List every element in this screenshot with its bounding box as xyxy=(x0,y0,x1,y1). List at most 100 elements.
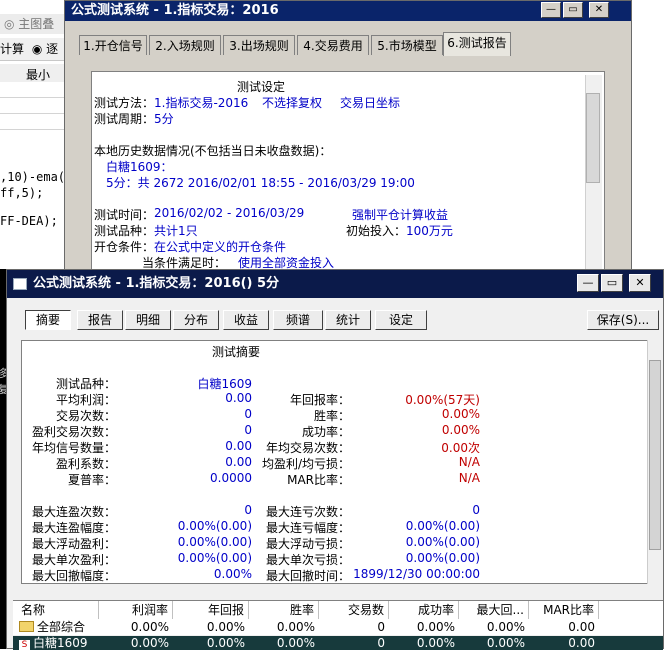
method-label: 测试方法： xyxy=(94,96,155,110)
maximize-icon[interactable]: ▭ xyxy=(601,274,623,292)
summary-heading: 测试摘要 xyxy=(212,345,261,359)
code-line-2: ff,5); xyxy=(0,186,44,200)
tab-distribution[interactable]: 分布 xyxy=(173,310,219,330)
stat-label: 交易次数： xyxy=(55,409,116,423)
table-row[interactable]: S 白糖1609 0.00% 0.00% 0.00% 0 0.00% 0.00% … xyxy=(13,636,663,650)
table-row[interactable]: 全部综合 0.00% 0.00% 0.00% 0 0.00% 0.00% 0.0… xyxy=(13,619,663,635)
variety-value: 共计1只 xyxy=(154,224,198,238)
stat-value: 0 xyxy=(244,503,252,517)
stat-label: 成功率： xyxy=(301,425,350,439)
row-name: 全部综合 xyxy=(37,620,86,634)
stat-label: 最大单次盈利： xyxy=(31,553,116,567)
save-label: 保存(S)... xyxy=(596,313,650,327)
stat-label: 胜率： xyxy=(313,409,350,423)
scrollbar-thumb[interactable] xyxy=(649,360,661,550)
stat-value: 0.00%(0.00) xyxy=(405,551,480,565)
stat-label: 盈利系数： xyxy=(55,457,116,471)
stat-label: 最大连盈幅度： xyxy=(31,521,116,535)
stat-value: 0.00% xyxy=(441,407,480,421)
variety-value: 白糖1609 xyxy=(197,377,252,391)
stat-value: 0.00 xyxy=(225,391,252,405)
tab-trading-fees[interactable]: 4.交易费用 xyxy=(297,35,369,55)
table-cell: 0.00% xyxy=(206,620,245,634)
calc-label: 计算 xyxy=(0,42,25,56)
stat-value: 0.00%(0.00) xyxy=(405,519,480,533)
code-line-3: FF-DEA); xyxy=(0,214,58,228)
column-header-annual[interactable]: 年回报 xyxy=(173,601,249,619)
tab-label: 收益 xyxy=(233,313,258,327)
stat-value: 0.00% xyxy=(441,423,480,437)
column-header-winrate[interactable]: 胜率 xyxy=(249,601,319,619)
column-header-success[interactable]: 成功率 xyxy=(389,601,459,619)
tab-summary[interactable]: 摘要 xyxy=(25,310,71,330)
background-window-title: ◎ 主图叠 xyxy=(0,14,70,34)
minimize-icon[interactable]: — xyxy=(577,274,599,292)
tab-label: 6.测试报告 xyxy=(447,36,507,50)
window-title-bar[interactable]: 公式测试系统 - 1.指标交易：2016() 5分 xyxy=(7,270,663,298)
maximize-icon[interactable]: ▭ xyxy=(563,2,583,18)
tab-label: 5.市场模型 xyxy=(377,39,437,53)
tab-label: 报告 xyxy=(87,313,112,327)
stat-label: 平均利润： xyxy=(55,393,116,407)
scrollbar-thumb[interactable] xyxy=(586,93,600,183)
tab-market-model[interactable]: 5.市场模型 xyxy=(371,35,443,55)
column-header-profit[interactable]: 利润率 xyxy=(99,601,173,619)
tab-statistics[interactable]: 统计 xyxy=(325,310,371,330)
tab-spectrum[interactable]: 频谱 xyxy=(273,310,323,330)
close-icon[interactable]: ✕ xyxy=(589,2,609,18)
tab-exit-rules[interactable]: 3.出场规则 xyxy=(223,35,295,55)
tab-label: 1.开仓信号 xyxy=(83,39,143,53)
background-grid-header: 最小 xyxy=(0,64,70,83)
tab-details[interactable]: 明细 xyxy=(125,310,171,330)
window-app-icon xyxy=(13,278,27,290)
time-label: 测试时间： xyxy=(94,208,155,222)
column-header-max[interactable]: 最大回... xyxy=(459,601,529,619)
stat-value: 0 xyxy=(244,423,252,437)
stat-value: N/A xyxy=(458,455,480,469)
invest-label: 初始投入： xyxy=(346,224,407,238)
tab-report[interactable]: 报告 xyxy=(77,310,123,330)
stat-label: 年回报率： xyxy=(289,393,350,407)
column-header-trades[interactable]: 交易数 xyxy=(319,601,389,619)
column-header-name[interactable]: 名称 xyxy=(13,601,99,619)
open-value: 在公式中定义的开仓条件 xyxy=(154,240,287,254)
tab-test-report[interactable]: 6.测试报告 xyxy=(443,32,511,56)
tab-entry-rules[interactable]: 2.入场规则 xyxy=(149,35,221,55)
report-heading: 测试设定 xyxy=(237,80,286,94)
tab-open-signal[interactable]: 1.开仓信号 xyxy=(79,35,147,55)
code-line-1: ,10)-ema( xyxy=(0,170,66,184)
background-title-text: 主图叠 xyxy=(18,17,55,31)
stat-label: 年均信号数量： xyxy=(31,441,116,455)
background-code-editor[interactable]: ,10)-ema( ff,5); FF-DEA); xyxy=(0,144,70,269)
stat-label: 最大回撤幅度： xyxy=(31,569,116,583)
results-table-header: 名称 利润率 年回报 胜率 交易数 成功率 最大回... MAR比率 xyxy=(13,600,663,620)
close-icon[interactable]: ✕ xyxy=(629,274,651,292)
save-button[interactable]: 保存(S)... xyxy=(587,310,659,330)
stat-value: 0 xyxy=(244,407,252,421)
force-close-note: 强制平仓计算收益 xyxy=(352,208,449,222)
tab-label: 设定 xyxy=(388,313,413,327)
radio-icon[interactable]: ◉ xyxy=(32,42,42,56)
time-value: 2016/02/02 - 2016/03/29 xyxy=(154,206,305,220)
folder-icon: 全部综合 xyxy=(19,619,105,635)
column-header-mar[interactable]: MAR比率 xyxy=(529,601,599,619)
table-cell: 0 xyxy=(377,636,385,650)
tab-label: 摘要 xyxy=(35,313,60,327)
stat-value: N/A xyxy=(458,471,480,485)
history-label: 本地历史数据情况(不包括当日未收盘数据)： xyxy=(94,144,332,158)
tab-settings[interactable]: 设定 xyxy=(375,310,427,330)
stat-value: 0.00%(0.00) xyxy=(177,519,252,533)
table-cell: 0.00% xyxy=(486,620,525,634)
table-cell: 0.00% xyxy=(276,620,315,634)
table-cell: 0 xyxy=(377,620,385,634)
minimize-icon[interactable]: — xyxy=(541,2,561,18)
history-detail: 5分：共 2672 2016/02/01 18:55 - 2016/03/29 … xyxy=(106,176,415,190)
invest-value: 100万元 xyxy=(406,224,453,238)
stat-label: 最大浮动亏损： xyxy=(265,537,350,551)
tab-returns[interactable]: 收益 xyxy=(223,310,269,330)
table-cell: 0.00% xyxy=(206,636,245,650)
stat-value: 1899/12/30 00:00:00 xyxy=(353,567,480,581)
tab-label: 3.出场规则 xyxy=(229,39,289,53)
test-summary-panel: 测试摘要 测试品种： 白糖1609 平均利润： 0.00 交易次数： 0 盈利交… xyxy=(21,340,663,584)
stat-label: 最大浮动盈利： xyxy=(31,537,116,551)
